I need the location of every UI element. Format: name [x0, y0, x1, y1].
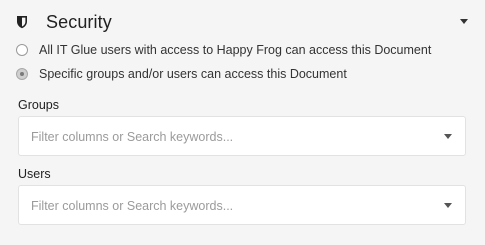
radio-button-specific[interactable] — [16, 68, 28, 80]
caret-down-icon — [444, 203, 452, 208]
groups-search-input[interactable] — [31, 128, 421, 146]
access-option-label: All IT Glue users with access to Happy F… — [39, 43, 432, 57]
access-option-label: Specific groups and/or users can access … — [39, 67, 347, 81]
security-header: Security — [0, 0, 485, 40]
groups-label: Groups — [18, 98, 59, 112]
users-label: Users — [18, 167, 51, 181]
section-title: Security — [46, 12, 112, 32]
collapse-toggle-button[interactable] — [452, 12, 476, 30]
users-dropdown-toggle[interactable] — [439, 197, 457, 215]
users-search-input[interactable] — [31, 197, 421, 215]
caret-down-icon — [460, 19, 468, 24]
radio-selected-dot — [20, 72, 24, 76]
users-select[interactable] — [18, 185, 466, 225]
groups-select[interactable] — [18, 116, 466, 156]
shield-icon — [17, 16, 27, 29]
groups-dropdown-toggle[interactable] — [439, 128, 457, 146]
access-option-specific[interactable]: Specific groups and/or users can access … — [16, 65, 347, 83]
radio-button-all-users[interactable] — [16, 44, 28, 56]
access-option-all-users[interactable]: All IT Glue users with access to Happy F… — [16, 41, 431, 59]
caret-down-icon — [444, 134, 452, 139]
security-panel: Security All IT Glue users with access t… — [0, 0, 485, 245]
